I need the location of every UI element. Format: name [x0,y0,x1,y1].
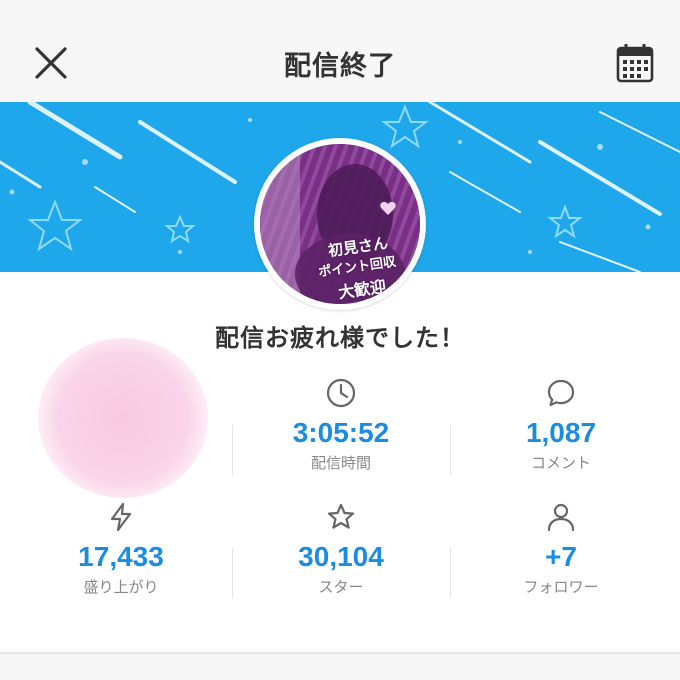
clock-icon [326,378,356,408]
stream-thumbnail: 初見さん ポイント回収 大歓迎 [254,138,426,310]
thumbnail-text-line3: 大歓迎 [337,276,388,303]
stat-label: スター [318,578,364,596]
stat-divider [450,425,451,475]
comment-icon [547,379,575,407]
stat-comments: 1,087 コメント [456,376,666,473]
stat-label: 配信時間 [310,454,371,472]
footer [0,654,680,680]
stat-value: 30,104 [298,541,384,572]
stat-divider [232,548,233,598]
top-bar: 配信終了 [0,0,680,102]
stat-followers: +7 フォロワー [456,500,666,597]
blurred-avatar [38,338,208,498]
thumbnail-image: 初見さん ポイント回収 大歓迎 [260,144,420,304]
lightning-icon [110,502,132,532]
stat-duration: 3:05:52 配信時間 [236,376,446,473]
stat-divider [232,425,233,475]
calendar-button[interactable] [612,40,658,86]
stat-divider [450,548,451,598]
stat-value: 17,433 [78,541,164,572]
page-title: 配信終了 [284,51,396,82]
stat-value: 3:05:52 [292,417,390,448]
stat-label: フォロワー [523,578,599,596]
stat-excitement: 17,433 盛り上がり [16,500,226,597]
star-icon [327,503,355,529]
calendar-icon [616,44,654,83]
stat-label: コメント [530,454,591,472]
stat-value: 1,087 [525,417,597,448]
stat-stars: 30,104 スター [236,500,446,597]
stat-label: 盛り上がり [83,578,159,596]
stat-value: +7 [545,541,577,572]
person-icon [547,503,575,532]
